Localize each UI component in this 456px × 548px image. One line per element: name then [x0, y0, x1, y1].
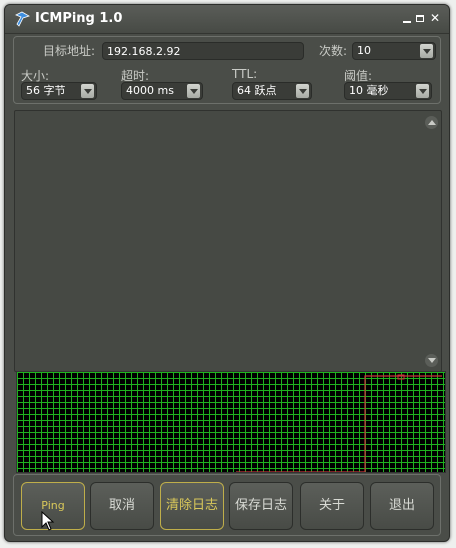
ttl-select[interactable]: 64 跃点 [232, 82, 312, 100]
cancel-button[interactable]: 取消 [90, 482, 154, 530]
ttl-label: TTL: [232, 67, 258, 81]
clear-log-button[interactable]: 清除日志 [160, 482, 224, 530]
minimize-icon[interactable] [401, 11, 413, 25]
mouse-cursor-icon [41, 511, 55, 531]
log-area[interactable] [14, 110, 442, 372]
threshold-select[interactable]: 10 毫秒 [344, 82, 432, 100]
app-window: ICMPing 1.0 ✕ 目标地址: 次数: 10 大小: 56 字节 超时:… [4, 4, 450, 542]
count-select[interactable]: 10 [352, 42, 436, 60]
ping-graph [16, 371, 446, 473]
save-log-button[interactable]: 保存日志 [229, 482, 293, 530]
count-label: 次数: [319, 44, 348, 58]
dropdown-arrow-icon[interactable] [416, 84, 429, 98]
target-address-input[interactable] [102, 42, 304, 60]
button-bar: Ping 取消 清除日志 保存日志 关于 退出 [13, 474, 441, 536]
scroll-up-icon[interactable] [425, 116, 438, 129]
dropdown-arrow-icon[interactable] [187, 84, 200, 98]
app-icon [15, 11, 30, 27]
size-select[interactable]: 56 字节 [21, 82, 97, 100]
dropdown-arrow-icon[interactable] [420, 44, 433, 58]
graph-overlay [236, 374, 442, 472]
target-label: 目标地址: [43, 44, 96, 58]
settings-panel: 目标地址: 次数: 10 大小: 56 字节 超时: 4000 ms TTL: … [13, 36, 441, 104]
exit-button[interactable]: 退出 [370, 482, 434, 530]
title-bar[interactable]: ICMPing 1.0 ✕ [5, 5, 449, 34]
dropdown-arrow-icon[interactable] [81, 84, 94, 98]
dropdown-arrow-icon[interactable] [296, 84, 309, 98]
timeout-select[interactable]: 4000 ms [121, 82, 203, 100]
window-title: ICMPing 1.0 [35, 11, 123, 26]
scroll-down-icon[interactable] [425, 354, 438, 367]
maximize-icon[interactable] [414, 11, 426, 25]
threshold-line [236, 375, 442, 472]
close-icon[interactable]: ✕ [429, 11, 441, 25]
about-button[interactable]: 关于 [300, 482, 364, 530]
